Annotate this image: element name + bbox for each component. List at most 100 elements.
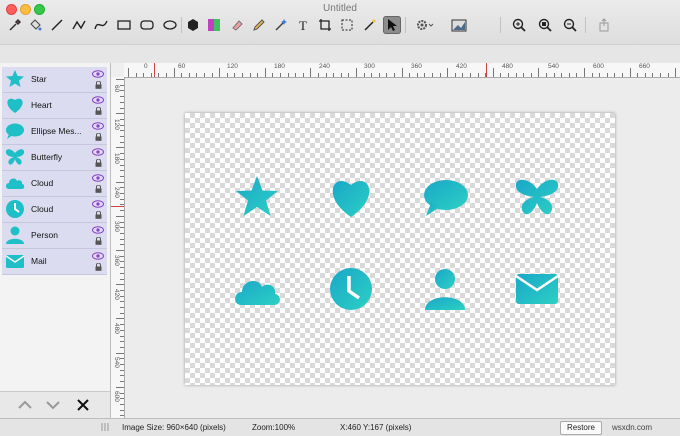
ruler-tick	[188, 73, 190, 77]
ruler-tick	[196, 73, 198, 77]
move-layer-down-button[interactable]	[42, 397, 64, 413]
horizontal-ruler: 0 60 120 180 240 300 360 420 480 540 600…	[124, 63, 680, 78]
lock-icon[interactable]	[95, 211, 102, 219]
visibility-eye-icon[interactable]	[92, 252, 104, 260]
zigzag-line-icon[interactable]	[70, 16, 88, 34]
ruler-tick	[325, 73, 327, 77]
resize-grip-icon[interactable]	[100, 422, 110, 432]
lock-icon[interactable]	[95, 237, 102, 245]
ruler-label: 240	[113, 187, 120, 198]
visibility-eye-icon[interactable]	[92, 122, 104, 130]
lock-icon[interactable]	[95, 185, 102, 193]
pencil-icon[interactable]	[250, 16, 268, 34]
toolbar-separator	[405, 17, 406, 33]
layers-panel: Star Heart Ellipse Mes... Butterfly Clou…	[0, 63, 111, 418]
ruler-tick	[120, 90, 124, 92]
ruler-tick	[295, 73, 297, 77]
ruler-tick	[116, 386, 124, 388]
lock-icon[interactable]	[95, 107, 102, 115]
ruler-tick	[257, 73, 259, 77]
ruler-tick	[120, 136, 124, 137]
visibility-eye-icon[interactable]	[92, 70, 104, 78]
heart-shape[interactable]	[327, 173, 375, 221]
ruler-tick	[120, 232, 124, 234]
visibility-eye-icon[interactable]	[92, 174, 104, 182]
ruler-tick	[120, 238, 124, 240]
layer-row-mail[interactable]: Mail	[2, 249, 107, 275]
ruler-tick	[432, 73, 433, 77]
lock-icon[interactable]	[95, 81, 102, 89]
ruler-tick	[530, 73, 532, 77]
ruler-tick	[523, 73, 525, 77]
ruler-tick	[135, 73, 137, 77]
layer-row-cloud[interactable]: Cloud	[2, 171, 107, 197]
speech-bubble-shape[interactable]	[421, 173, 469, 221]
ruler-tick	[120, 255, 124, 257]
line-icon[interactable]	[48, 16, 66, 34]
layer-row-person[interactable]: Person	[2, 223, 107, 249]
ruler-label: 480	[502, 63, 513, 70]
eraser-icon[interactable]	[228, 16, 246, 34]
ruler-tick	[386, 73, 388, 77]
visibility-eye-icon[interactable]	[92, 200, 104, 208]
select-rect-icon[interactable]	[338, 16, 356, 34]
image-size-icon[interactable]	[448, 16, 470, 34]
gradient-icon[interactable]	[205, 16, 223, 34]
status-bar: Image Size: 960×640 (pixels) Zoom:100% X…	[0, 418, 680, 436]
ruler-tick	[116, 79, 124, 80]
zoom-actual-icon[interactable]	[536, 16, 554, 34]
cloud-shape[interactable]	[233, 265, 281, 313]
ruler-tick	[211, 73, 213, 77]
text-icon[interactable]: T	[294, 16, 312, 34]
clock-shape[interactable]	[327, 265, 375, 313]
ruler-label: 600	[113, 391, 120, 402]
eyedropper-icon[interactable]	[6, 16, 24, 34]
share-icon[interactable]	[595, 16, 613, 34]
rounded-rectangle-icon[interactable]	[138, 16, 156, 34]
layer-row-heart[interactable]: Heart	[2, 93, 107, 119]
workspace[interactable]	[125, 78, 680, 418]
lock-icon[interactable]	[95, 159, 102, 167]
zoom-text: Zoom:100%	[252, 423, 296, 432]
gear-icon[interactable]	[412, 16, 440, 34]
move-layer-up-button[interactable]	[14, 397, 36, 413]
rectangle-icon[interactable]	[115, 16, 133, 34]
visibility-eye-icon[interactable]	[92, 226, 104, 234]
crop-icon[interactable]	[316, 16, 334, 34]
delete-layer-button[interactable]	[72, 397, 94, 413]
layer-row-star[interactable]: Star	[2, 67, 107, 93]
star-shape[interactable]	[233, 173, 281, 221]
lock-icon[interactable]	[95, 263, 102, 271]
curve-icon[interactable]	[92, 16, 110, 34]
ruler-tick	[546, 73, 547, 77]
pointer-icon[interactable]	[383, 16, 401, 34]
ellipse-icon[interactable]	[161, 16, 179, 34]
ruler-tick	[371, 73, 373, 77]
mail-shape[interactable]	[513, 265, 561, 313]
layer-row-ellipse-message[interactable]: Ellipse Mes...	[2, 119, 107, 145]
butterfly-shape[interactable]	[513, 173, 561, 221]
layer-row-butterfly[interactable]: Butterfly	[2, 145, 107, 171]
ruler-tick	[508, 73, 509, 77]
ruler-tick	[116, 181, 124, 183]
visibility-eye-icon[interactable]	[92, 148, 104, 156]
layer-row-clock[interactable]: Cloud	[2, 197, 107, 223]
ruler-tick	[120, 175, 124, 177]
magic-select-icon[interactable]	[361, 16, 379, 34]
magic-wand-icon[interactable]	[272, 16, 290, 34]
image-canvas[interactable]	[185, 113, 615, 385]
polygon-icon[interactable]	[184, 16, 202, 34]
ruler-tick	[318, 73, 319, 77]
cloud-icon	[6, 178, 25, 189]
visibility-eye-icon[interactable]	[92, 96, 104, 104]
zoom-in-icon[interactable]	[510, 16, 528, 34]
layers-footer	[0, 391, 110, 418]
fill-bucket-icon[interactable]	[26, 16, 44, 34]
toolbar-separator	[500, 17, 501, 33]
restore-button[interactable]: Restore	[560, 421, 602, 435]
ruler-tick	[166, 73, 167, 77]
person-shape[interactable]	[421, 265, 469, 313]
zoom-out-icon[interactable]	[561, 16, 579, 34]
ruler-tick	[242, 73, 243, 77]
lock-icon[interactable]	[95, 133, 102, 141]
